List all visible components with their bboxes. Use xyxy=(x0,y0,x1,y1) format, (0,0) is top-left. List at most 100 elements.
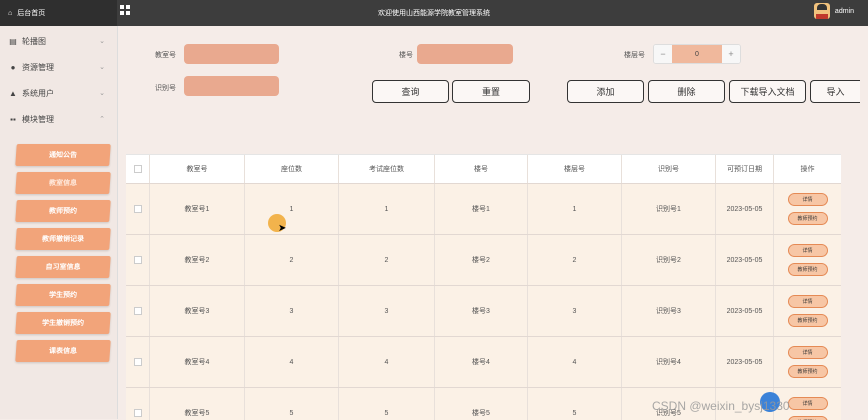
row-checkbox[interactable] xyxy=(133,256,142,264)
user-icon: ▲ xyxy=(9,88,17,98)
table-cell: 2023-05-05 xyxy=(716,184,774,234)
column-header: 识别号 xyxy=(622,155,716,183)
table-cell: 楼号4 xyxy=(435,337,528,387)
actions-cell: 详情教师预约 xyxy=(774,286,841,336)
detail-button[interactable]: 详情 xyxy=(787,295,828,308)
select-all-cell xyxy=(126,155,150,183)
row-select-cell xyxy=(126,388,150,420)
classroom-no-input[interactable] xyxy=(184,44,279,64)
user-menu[interactable]: admin xyxy=(813,3,854,19)
reserve-button[interactable]: 教师预约 xyxy=(787,314,828,327)
download-template-button[interactable]: 下载导入文档 xyxy=(729,80,806,103)
submenu-teacher-reservation[interactable]: 教师预约 xyxy=(15,200,111,222)
reset-button[interactable]: 重置 xyxy=(452,80,530,103)
table-cell: 教室号2 xyxy=(150,235,245,285)
sidebar-item-label: 模块管理 xyxy=(22,114,54,124)
reserve-button[interactable]: 教师预约 xyxy=(787,263,828,276)
table-cell: 识别号2 xyxy=(622,235,716,285)
column-header: 教室号 xyxy=(150,155,245,183)
delete-button[interactable]: 删除 xyxy=(648,80,725,103)
query-button[interactable]: 查询 xyxy=(372,80,449,103)
table-cell: 2023-05-05 xyxy=(716,286,774,336)
table-cell: 2 xyxy=(339,235,435,285)
classroom-no-label: 教室号 xyxy=(155,52,176,59)
sidebar-item-carousel[interactable]: ▤ 轮播图 ⌄ xyxy=(0,28,117,54)
table-row: 教室号4 4 4 楼号4 4 识别号4 2023-05-05 详情 教师预约 xyxy=(126,337,841,388)
table-cell: 3 xyxy=(528,286,622,336)
column-header: 楼号 xyxy=(435,155,528,183)
actions-cell: 详情教师预约 xyxy=(774,235,841,285)
resource-icon: ● xyxy=(10,62,16,72)
table-cell: 楼号2 xyxy=(435,235,528,285)
row-select-cell xyxy=(126,184,150,234)
table-header: 教室号 座位数 考试座位数 楼号 楼层号 识别号 可预订日期 操作 xyxy=(126,155,841,184)
table-cell: 教室号3 xyxy=(150,286,245,336)
floor-no-stepper: − 0 + xyxy=(653,44,741,64)
sidebar-item-resources[interactable]: ● 资源管理 ⌄ xyxy=(0,54,117,80)
building-no-label: 楼号 xyxy=(399,52,413,59)
row-checkbox[interactable] xyxy=(133,358,142,366)
table-cell: 4 xyxy=(339,337,435,387)
minus-icon[interactable]: − xyxy=(654,45,672,63)
sidebar-item-users[interactable]: ▲ 系统用户 ⌄ xyxy=(0,80,117,106)
table-cell: 教室号1 xyxy=(150,184,245,234)
column-header: 考试座位数 xyxy=(339,155,435,183)
plus-icon[interactable]: + xyxy=(722,45,740,63)
table-row: 教室号3 3 3 楼号3 3 识别号3 2023-05-05 详情 教师预约 xyxy=(126,286,841,337)
detail-button[interactable]: 详情 xyxy=(787,193,828,206)
table-cell: 2 xyxy=(528,235,622,285)
table-cell: 楼号3 xyxy=(435,286,528,336)
building-no-input[interactable] xyxy=(417,44,513,64)
table-cell: 4 xyxy=(245,337,339,387)
username: admin xyxy=(834,7,854,15)
table-cell: 5 xyxy=(245,388,339,420)
submenu-student-cancel[interactable]: 学生撤销预约 xyxy=(15,312,111,334)
submenu-classroom-info[interactable]: 教室信息 xyxy=(15,172,111,194)
table-cell: 3 xyxy=(339,286,435,336)
submenu-student-reservation[interactable]: 学生预约 xyxy=(15,284,111,306)
floor-no-value[interactable]: 0 xyxy=(672,45,722,63)
reserve-button[interactable]: 教师预约 xyxy=(787,212,828,225)
sidebar-item-label: 资源管理 xyxy=(22,62,54,72)
row-checkbox[interactable] xyxy=(133,409,142,417)
chevron-up-icon: ⌃ xyxy=(99,116,105,123)
row-checkbox[interactable] xyxy=(133,307,142,315)
table-cell: 识别号1 xyxy=(622,184,716,234)
table-cell: 2023-05-05 xyxy=(716,337,774,387)
top-bar: ⌂ 后台首页 欢迎使用山西能源学院教室管理系统 admin xyxy=(0,0,868,26)
classroom-table: 教室号 座位数 考试座位数 楼号 楼层号 识别号 可预订日期 操作 教室号1 1 1 楼号1 1 识别号1… xyxy=(126,154,841,420)
reserve-button[interactable]: 教师预约 xyxy=(787,416,828,420)
table-cell: 1 xyxy=(339,184,435,234)
actions-cell: 详情教师预约 xyxy=(774,337,841,387)
reserve-button[interactable]: 教师预约 xyxy=(787,365,828,378)
table-cell: 教室号4 xyxy=(150,337,245,387)
table-cell: 4 xyxy=(528,337,622,387)
recognition-no-input[interactable] xyxy=(184,76,279,96)
row-select-cell xyxy=(126,235,150,285)
import-button[interactable]: 导入 xyxy=(810,80,860,103)
table-cell: 5 xyxy=(528,388,622,420)
row-checkbox[interactable] xyxy=(133,205,142,213)
submenu-notice[interactable]: 通知公告 xyxy=(15,144,111,166)
table-cell: 识别号3 xyxy=(622,286,716,336)
actions-cell: 详情教师预约 xyxy=(774,184,841,234)
sidebar: ▤ 轮播图 ⌄ ● 资源管理 ⌄ ▲ 系统用户 ⌄ ▪▪ 模块管理 ⌃ 通知公告… xyxy=(0,26,118,419)
floor-no-label: 楼层号 xyxy=(624,52,645,59)
submenu-teacher-cancel-record[interactable]: 教师撤销记录 xyxy=(15,228,111,250)
submenu-study-room[interactable]: 自习室信息 xyxy=(15,256,111,278)
avatar xyxy=(813,3,830,19)
sidebar-item-modules[interactable]: ▪▪ 模块管理 ⌃ xyxy=(0,106,117,132)
mouse-cursor-icon: ➤ xyxy=(278,223,287,234)
recognition-no-label: 识别号 xyxy=(155,85,176,92)
detail-button[interactable]: 详情 xyxy=(787,346,828,359)
detail-button[interactable]: 详情 xyxy=(787,397,828,410)
add-button[interactable]: 添加 xyxy=(567,80,644,103)
select-all-checkbox[interactable] xyxy=(133,165,142,173)
table-cell: 3 xyxy=(245,286,339,336)
table-cell: 2023-05-05 xyxy=(716,235,774,285)
picture-icon: ▤ xyxy=(9,36,17,46)
submenu-timetable[interactable]: 课表信息 xyxy=(15,340,111,362)
detail-button[interactable]: 详情 xyxy=(787,244,828,257)
chevron-down-icon: ⌄ xyxy=(99,90,105,97)
chevron-down-icon: ⌄ xyxy=(99,64,105,71)
